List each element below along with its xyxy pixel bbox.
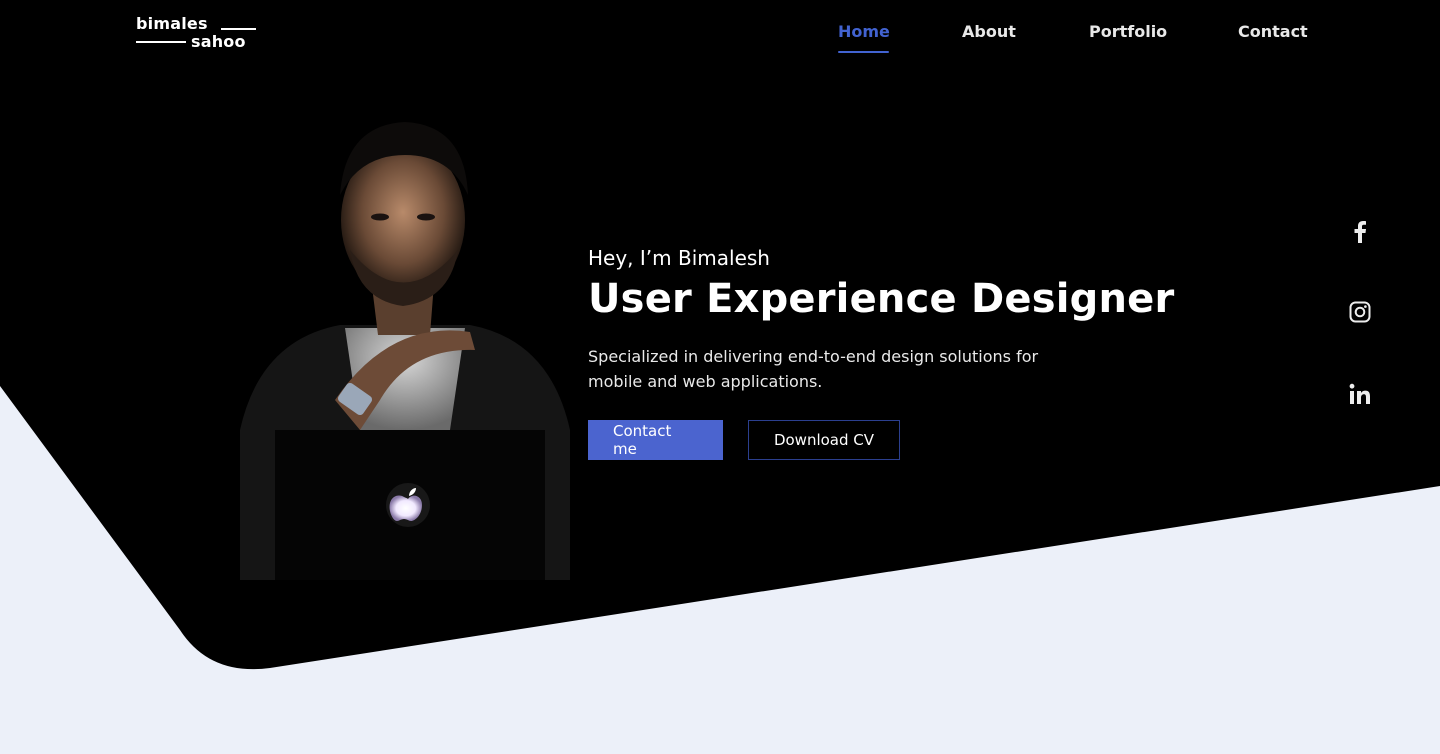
nav-link-portfolio[interactable]: Portfolio bbox=[1089, 22, 1167, 41]
nav-active-indicator bbox=[838, 51, 889, 53]
contact-me-button[interactable]: Contact me bbox=[588, 420, 723, 460]
hero-greeting: Hey, I’m Bimalesh bbox=[588, 246, 770, 270]
nav-link-contact[interactable]: Contact bbox=[1238, 22, 1308, 41]
top-navigation: bimales sahoo Home About Portfolio Conta… bbox=[0, 0, 1440, 70]
instagram-icon[interactable] bbox=[1345, 297, 1375, 327]
logo-rule-1 bbox=[136, 41, 186, 43]
hero-section: Hey, I’m Bimalesh User Experience Design… bbox=[588, 246, 1174, 460]
hero-headline: User Experience Designer bbox=[588, 276, 1175, 322]
logo-line-2: sahoo bbox=[191, 32, 246, 51]
brand-logo[interactable]: bimales sahoo bbox=[136, 12, 260, 52]
nav-link-home[interactable]: Home bbox=[838, 22, 890, 41]
nav-link-about[interactable]: About bbox=[962, 22, 1016, 41]
hero-tagline: Specialized in delivering end-to-end des… bbox=[588, 347, 1039, 391]
download-cv-button[interactable]: Download CV bbox=[748, 420, 900, 460]
facebook-icon[interactable] bbox=[1345, 217, 1375, 247]
logo-rule-2 bbox=[221, 28, 256, 30]
hero-button-row: Contact me Download CV bbox=[588, 420, 1174, 460]
profile-portrait bbox=[240, 122, 570, 580]
linkedin-icon[interactable] bbox=[1345, 379, 1375, 409]
logo-line-1: bimales bbox=[136, 14, 208, 33]
